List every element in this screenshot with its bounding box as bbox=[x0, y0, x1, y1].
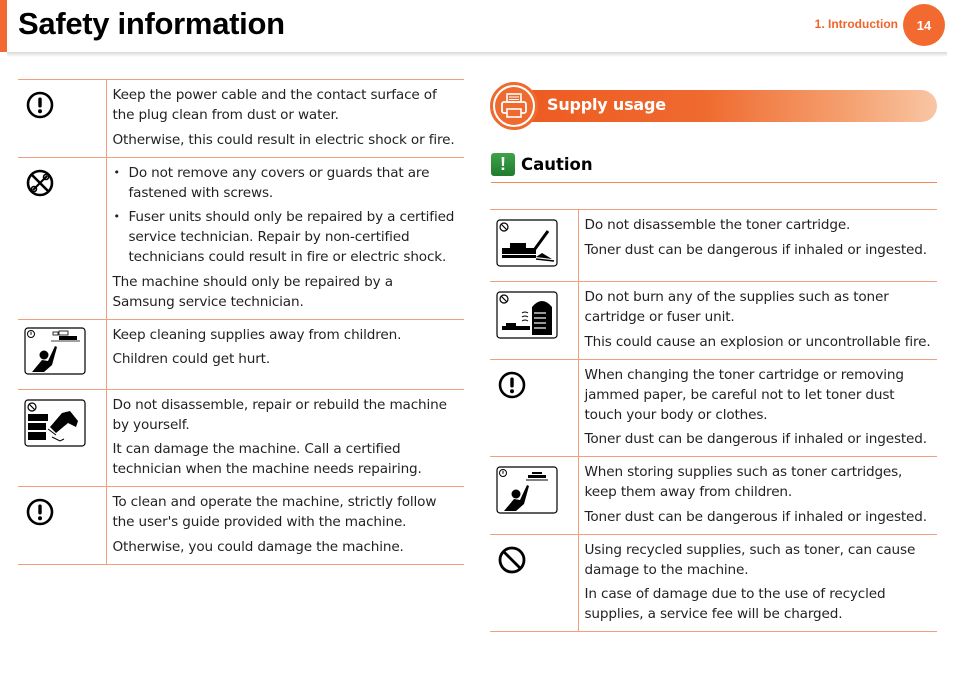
row-text: Keep the power cable and the contact sur… bbox=[112, 87, 437, 123]
table-row: Do not disassemble the toner cartridge. … bbox=[490, 209, 937, 282]
no-burn-supplies-icon bbox=[496, 291, 558, 339]
page-number-badge: 14 bbox=[903, 4, 945, 46]
row-text: When storing supplies such as toner cart… bbox=[584, 464, 903, 500]
row-text: It can damage the machine. Call a certif… bbox=[112, 441, 422, 477]
mandatory-exclamation-icon bbox=[26, 91, 54, 119]
text-cell: Do not remove any covers or guards that … bbox=[106, 156, 464, 320]
text-cell: When changing the toner cartridge or rem… bbox=[578, 358, 937, 457]
row-text: Toner dust can be dangerous if inhaled o… bbox=[584, 508, 928, 525]
table-row: When changing the toner cartridge or rem… bbox=[490, 358, 937, 457]
text-cell: Using recycled supplies, such as toner, … bbox=[578, 533, 937, 632]
no-disassemble-machine-icon bbox=[24, 398, 86, 447]
icon-cell bbox=[18, 388, 107, 487]
no-disassemble-toner-icon bbox=[496, 219, 558, 267]
row-text: To clean and operate the machine, strict… bbox=[112, 494, 437, 530]
bullet-item: Fuser units should only be repaired by a… bbox=[113, 207, 459, 267]
table-row: Do not remove any covers or guards that … bbox=[18, 156, 464, 320]
prohibited-icon bbox=[498, 546, 526, 573]
text-cell: Keep cleaning supplies away from childre… bbox=[106, 318, 464, 390]
icon-cell bbox=[18, 156, 107, 320]
safety-table-left: Keep the power cable and the contact sur… bbox=[18, 79, 464, 565]
section-icon-circle bbox=[490, 82, 538, 130]
bullet-item: Do not remove any covers or guards that … bbox=[113, 163, 459, 203]
text-cell: To clean and operate the machine, strict… bbox=[106, 486, 464, 565]
no-tools-icon bbox=[26, 169, 54, 196]
row-text: This could cause an explosion or uncontr… bbox=[584, 333, 931, 350]
icon-cell bbox=[490, 456, 579, 535]
table-row: When storing supplies such as toner cart… bbox=[490, 456, 937, 535]
table-row: To clean and operate the machine, strict… bbox=[18, 486, 464, 565]
row-text: The machine should only be repaired by a… bbox=[112, 273, 394, 310]
text-cell: When storing supplies such as toner cart… bbox=[578, 456, 937, 535]
safety-table-right: Do not disassemble the toner cartridge. … bbox=[490, 209, 937, 632]
row-text: Do not disassemble, repair or rebuild th… bbox=[112, 396, 447, 433]
mandatory-exclamation-icon bbox=[498, 371, 526, 398]
icon-cell bbox=[18, 79, 107, 158]
row-text: Otherwise, this could result in electric… bbox=[112, 131, 455, 148]
caution-exclamation-icon: ! bbox=[491, 153, 515, 176]
row-text: Do not burn any of the supplies such as … bbox=[584, 289, 889, 325]
row-text: When changing the toner cartridge or rem… bbox=[584, 366, 904, 423]
row-text: Keep cleaning supplies away from childre… bbox=[112, 326, 402, 343]
header-accent-bar bbox=[0, 0, 7, 52]
section-title: Supply usage bbox=[547, 95, 666, 114]
table-row: Do not burn any of the supplies such as … bbox=[490, 281, 937, 360]
table-row: Keep the power cable and the contact sur… bbox=[18, 79, 464, 158]
icon-cell bbox=[490, 533, 579, 632]
row-text: Toner dust can be dangerous if inhaled o… bbox=[584, 241, 928, 258]
table-row: Using recycled supplies, such as toner, … bbox=[490, 533, 937, 632]
table-row: Keep cleaning supplies away from childre… bbox=[18, 318, 464, 390]
row-text: In case of damage due to the use of recy… bbox=[584, 586, 886, 622]
icon-cell bbox=[18, 318, 107, 390]
caution-label: Caution bbox=[521, 155, 593, 174]
icon-cell bbox=[490, 281, 579, 360]
page-header: Safety information 1. Introduction 14 bbox=[0, 0, 954, 57]
text-cell: Do not disassemble the toner cartridge. … bbox=[578, 209, 937, 282]
table-row: Do not disassemble, repair or rebuild th… bbox=[18, 388, 464, 487]
icon-cell bbox=[18, 486, 107, 565]
row-text: Otherwise, you could damage the machine. bbox=[112, 538, 404, 555]
row-text: Children could get hurt. bbox=[112, 351, 271, 367]
text-cell: Do not disassemble, repair or rebuild th… bbox=[106, 388, 464, 487]
mandatory-exclamation-icon bbox=[26, 498, 54, 526]
keep-toner-from-children-icon bbox=[496, 466, 558, 514]
row-text: Do not disassemble the toner cartridge. bbox=[584, 217, 851, 233]
row-text: Toner dust can be dangerous if inhaled o… bbox=[584, 431, 928, 447]
icon-cell bbox=[490, 209, 579, 282]
text-cell: Do not burn any of the supplies such as … bbox=[578, 281, 937, 360]
caution-heading: ! Caution bbox=[491, 153, 937, 183]
icon-cell bbox=[490, 358, 579, 457]
printer-icon bbox=[501, 93, 527, 118]
page-title: Safety information bbox=[18, 6, 285, 41]
keep-away-from-children-icon bbox=[24, 326, 86, 375]
chapter-link[interactable]: 1. Introduction bbox=[815, 17, 898, 31]
section-banner: Supply usage bbox=[490, 82, 937, 130]
row-text: Using recycled supplies, such as toner, … bbox=[584, 541, 916, 578]
header-divider bbox=[7, 52, 947, 57]
text-cell: Keep the power cable and the contact sur… bbox=[106, 79, 464, 158]
bullet-list: Do not remove any covers or guards that … bbox=[113, 163, 459, 268]
